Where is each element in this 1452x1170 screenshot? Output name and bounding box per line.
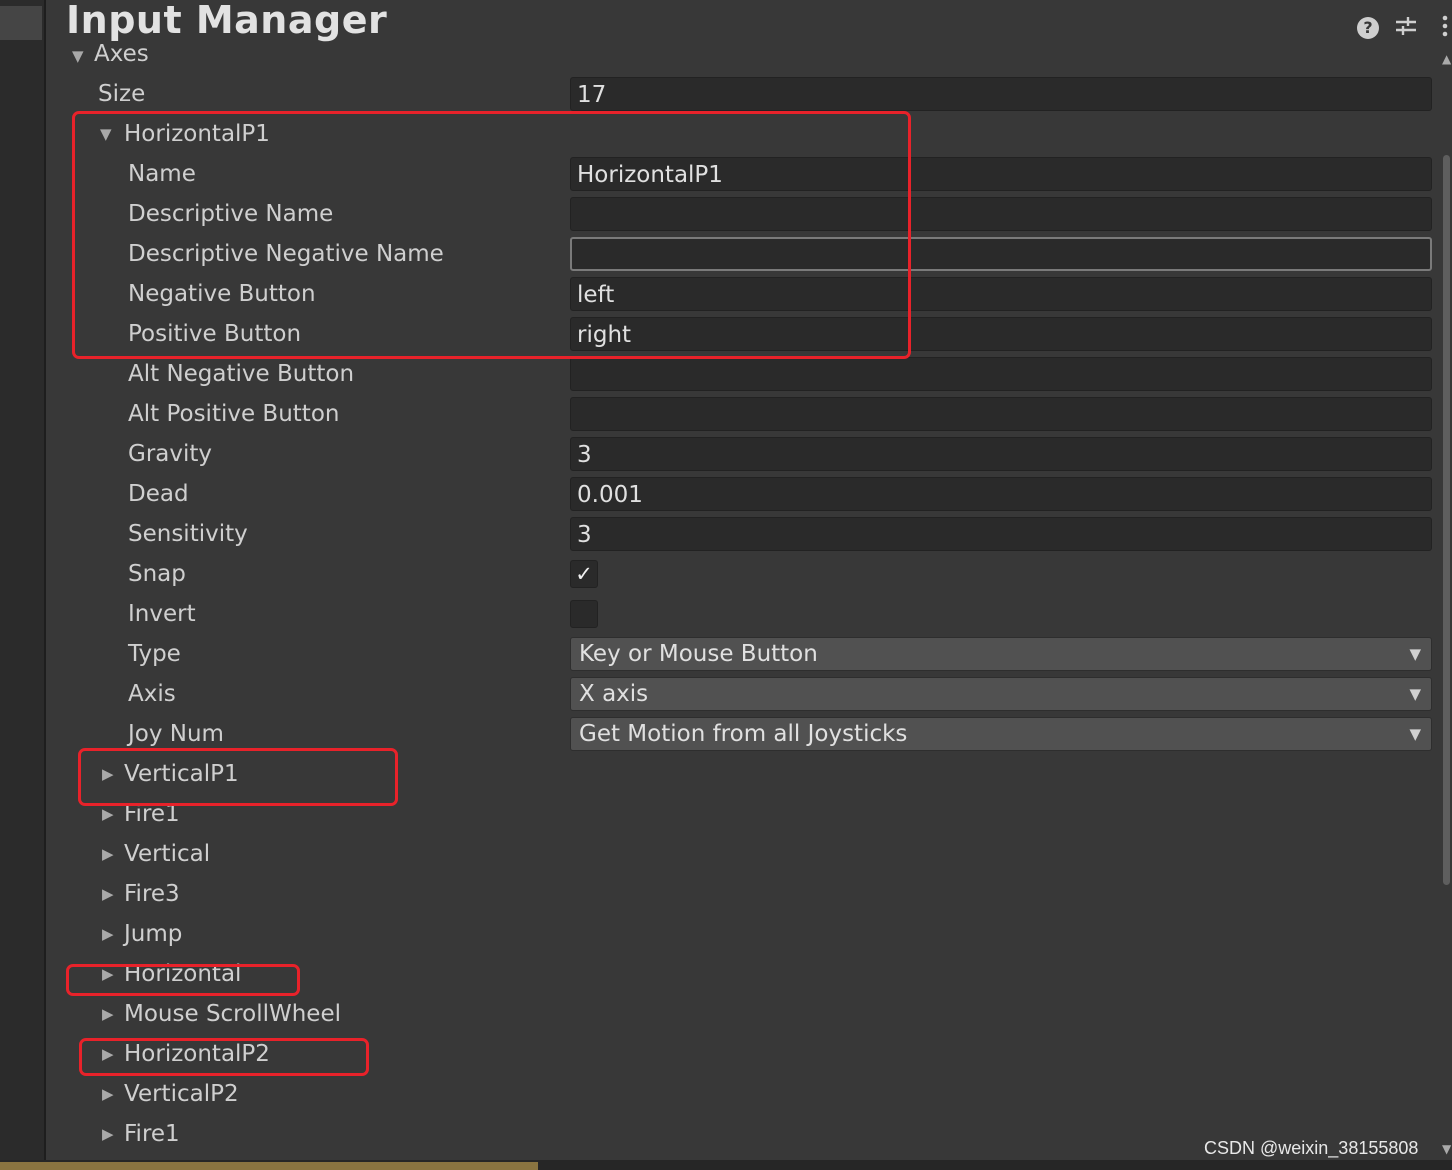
axis-foldout-jump[interactable]: Jump (124, 914, 182, 954)
highlight-box-horizontalp1 (72, 111, 911, 359)
chevron-right-icon: ▶ (102, 1085, 114, 1103)
type-label: Type (128, 641, 181, 667)
gravity-label: Gravity (128, 441, 213, 467)
alt-negative-button-field[interactable] (570, 357, 1432, 391)
highlight-box-verticalp1 (78, 748, 398, 806)
axis-foldout-verticalp2[interactable]: VerticalP2 (124, 1074, 239, 1114)
axis-label: Axis (128, 681, 176, 707)
chevron-down-icon: ▼ (1409, 645, 1421, 663)
highlight-box-horizontal (66, 964, 300, 996)
left-panel-strip (0, 0, 46, 1170)
watermark: CSDN @weixin_38155808 (1204, 1138, 1419, 1158)
axis-dropdown-value: X axis (579, 681, 649, 707)
invert-label: Invert (128, 601, 196, 627)
axis-dropdown[interactable]: X axis ▼ (570, 677, 1432, 711)
vertical-scrollbar[interactable] (1443, 155, 1450, 885)
dead-label: Dead (128, 481, 189, 507)
chevron-right-icon: ▶ (102, 1125, 114, 1143)
help-icon[interactable]: ? (1355, 14, 1381, 40)
highlight-box-horizontalp2 (79, 1038, 369, 1076)
alt-positive-button-label: Alt Positive Button (128, 401, 340, 427)
axis-foldout-fire3[interactable]: Fire3 (124, 874, 180, 914)
axis-foldout-vertical[interactable]: Vertical (124, 834, 210, 874)
chevron-right-icon: ▶ (102, 925, 114, 943)
snap-checkbox[interactable]: ✓ (570, 560, 598, 588)
type-dropdown[interactable]: Key or Mouse Button ▼ (570, 637, 1432, 671)
gravity-field[interactable]: 3 (570, 437, 1432, 471)
chevron-down-icon: ▼ (1409, 685, 1421, 703)
kebab-menu-icon[interactable] (1432, 14, 1452, 40)
axis-foldout-mouse-scrollwheel[interactable]: Mouse ScrollWheel (124, 994, 341, 1034)
scroll-down-arrow-icon[interactable]: ▼ (1442, 1142, 1451, 1156)
size-label: Size (98, 81, 146, 107)
alt-negative-button-label: Alt Negative Button (128, 361, 355, 387)
axes-foldout[interactable]: Axes (94, 34, 149, 74)
size-field[interactable]: 17 (570, 77, 1432, 111)
joy-num-dropdown-value: Get Motion from all Joysticks (579, 721, 908, 747)
scroll-up-arrow-icon[interactable]: ▲ (1442, 52, 1451, 66)
alt-positive-button-field[interactable] (570, 397, 1432, 431)
invert-checkbox[interactable] (570, 600, 598, 628)
snap-label: Snap (128, 561, 186, 587)
chevron-right-icon: ▶ (102, 845, 114, 863)
axis-foldout-fire1-second[interactable]: Fire1 (124, 1114, 180, 1154)
dead-field[interactable]: 0.001 (570, 477, 1432, 511)
left-panel-tab[interactable] (0, 6, 42, 40)
joy-num-dropdown[interactable]: Get Motion from all Joysticks ▼ (570, 717, 1432, 751)
settings-sliders-icon[interactable] (1393, 14, 1419, 40)
sensitivity-label: Sensitivity (128, 521, 248, 547)
chevron-right-icon: ▶ (102, 1005, 114, 1023)
axes-foldout-arrow-icon[interactable]: ▼ (72, 36, 84, 76)
type-dropdown-value: Key or Mouse Button (579, 641, 818, 667)
sensitivity-field[interactable]: 3 (570, 517, 1432, 551)
checkmark-icon: ✓ (575, 562, 593, 586)
chevron-right-icon: ▶ (102, 885, 114, 903)
bottom-status-strip (0, 1162, 538, 1170)
chevron-down-icon: ▼ (1409, 725, 1421, 743)
